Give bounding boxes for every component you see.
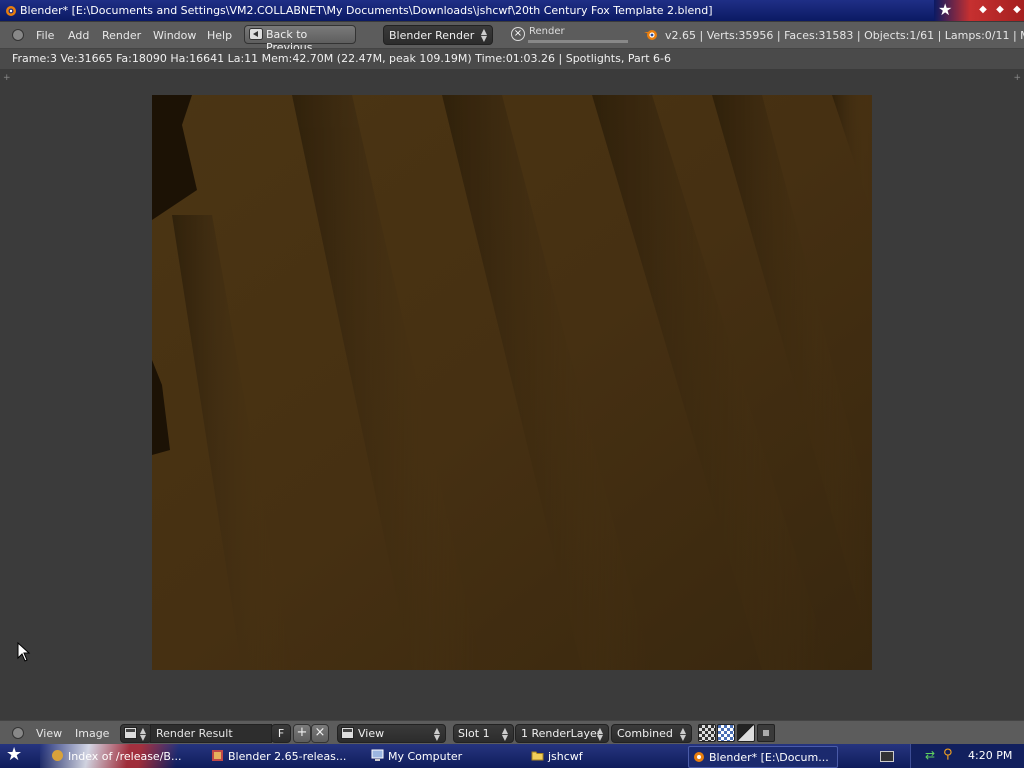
render-result-image <box>152 95 872 670</box>
dropdown-arrows-icon: ▲ ▼ <box>596 726 603 742</box>
plus-icon: + <box>296 725 308 740</box>
star-icon: ★ <box>938 0 953 19</box>
menu-file[interactable]: File <box>36 29 54 42</box>
menu-view[interactable]: View <box>36 727 62 740</box>
render-progress-bar <box>528 40 628 43</box>
taskbar-item-archive[interactable]: Blender 2.65-releas... <box>208 746 358 766</box>
blender-logo-icon <box>6 6 16 16</box>
draw-image-icon[interactable] <box>698 724 716 742</box>
unlink-image-button[interactable]: × <box>311 724 329 743</box>
render-pass-value: Combined <box>617 727 673 740</box>
editor-type-icon-bottom[interactable] <box>12 727 24 739</box>
fake-user-button[interactable]: F <box>271 724 291 743</box>
slot-value: Slot 1 <box>458 727 490 740</box>
cancel-render-icon[interactable]: × <box>511 27 525 41</box>
taskbar-item-my-computer[interactable]: My Computer <box>368 746 518 766</box>
menu-window[interactable]: Window <box>153 29 196 42</box>
back-icon <box>249 28 263 40</box>
blender-icon <box>644 30 657 40</box>
computer-icon <box>371 749 384 761</box>
taskbar-label: Blender* [E:\Docum... <box>709 751 829 764</box>
menu-help[interactable]: Help <box>207 29 232 42</box>
blender-icon <box>694 752 704 762</box>
window-controls: ★ ◆ ◆ ◆ <box>934 0 1024 21</box>
render-info-bar: Frame:3 Ve:31665 Fa:18090 Ha:16641 La:11… <box>0 49 1024 69</box>
browser-icon <box>52 750 63 761</box>
render-layer-value: 1 RenderLayer <box>521 727 602 740</box>
system-tray: ⇄ ⚲ 4:20 PM <box>910 744 1024 768</box>
dropdown-arrows-icon: ▲ ▼ <box>139 726 146 742</box>
render-pass-dropdown[interactable]: Combined ▲ ▼ <box>611 724 692 743</box>
image-browse-button[interactable]: ▲ ▼ <box>120 724 152 743</box>
taskbar-label: jshcwf <box>548 750 583 763</box>
taskbar-item-browser[interactable]: Index of /release/B... <box>48 746 198 766</box>
render-engine-dropdown[interactable]: Blender Render ▲ ▼ <box>383 25 493 45</box>
taskbar-label: Index of /release/B... <box>68 750 182 763</box>
dropdown-arrows-icon: ▲ ▼ <box>433 726 440 742</box>
menu-image[interactable]: Image <box>75 727 109 740</box>
new-image-button[interactable]: + <box>293 724 311 743</box>
draw-channels-icon[interactable] <box>757 724 775 742</box>
render-image-graphic <box>152 95 872 670</box>
taskbar-label: Blender 2.65-releas... <box>228 750 347 763</box>
archive-icon <box>212 750 223 761</box>
window-titlebar[interactable]: Blender* [E:\Documents and Settings\VM2.… <box>0 0 1024 21</box>
os-taskbar: ★ Index of /release/B... Blender 2.65-re… <box>0 744 1024 768</box>
taskbar-item-folder[interactable]: jshcwf <box>528 746 678 766</box>
slot-dropdown[interactable]: Slot 1 ▲ ▼ <box>453 724 514 743</box>
network-icon[interactable]: ⇄ <box>925 748 935 762</box>
region-expand-right-icon[interactable]: + <box>1013 73 1021 83</box>
dropdown-arrows-icon: ▲ ▼ <box>480 27 487 43</box>
draw-alpha-icon[interactable] <box>717 724 735 742</box>
taskbar-label: My Computer <box>388 750 463 763</box>
taskbar-item-blender[interactable]: Blender* [E:\Docum... <box>688 746 838 768</box>
start-star-icon[interactable]: ★ <box>6 744 22 765</box>
image-name-value: Render Result <box>156 727 233 740</box>
x-icon: × <box>314 725 326 740</box>
display-view-value: View <box>358 727 385 740</box>
folder-icon <box>531 751 544 761</box>
draw-z-buffer-icon[interactable] <box>737 724 755 742</box>
clock: 4:20 PM <box>968 749 1013 762</box>
back-to-previous-button[interactable]: Back to Previous <box>244 25 356 54</box>
image-icon <box>124 727 137 739</box>
menu-add[interactable]: Add <box>68 29 89 42</box>
keyboard-tray-icon[interactable] <box>880 751 894 762</box>
image-editor-header: View Image ▲ ▼ Render Result F + × View ▲… <box>0 720 1024 745</box>
scene-stats: v2.65 | Verts:35956 | Faces:31583 | Obje… <box>665 29 1024 42</box>
editor-type-icon[interactable] <box>12 29 24 41</box>
window-title: Blender* [E:\Documents and Settings\VM2.… <box>20 4 713 17</box>
mouse-cursor-icon <box>17 642 31 662</box>
search-icon[interactable]: ⚲ <box>943 747 953 762</box>
region-expand-left-icon[interactable]: + <box>3 73 11 83</box>
minimize-button[interactable]: ◆ <box>978 5 988 15</box>
render-engine-value: Blender Render <box>389 29 475 42</box>
menu-render[interactable]: Render <box>102 29 141 42</box>
info-header: File Add Render Window Help Back to Prev… <box>0 22 1024 54</box>
image-name-field[interactable]: Render Result <box>150 724 272 743</box>
dropdown-arrows-icon: ▲ ▼ <box>679 726 686 742</box>
image-icon <box>341 727 354 739</box>
display-view-dropdown[interactable]: View ▲ ▼ <box>337 724 446 743</box>
render-info-text: Frame:3 Ve:31665 Fa:18090 Ha:16641 La:11… <box>12 52 671 65</box>
close-button[interactable]: ◆ <box>1012 5 1022 15</box>
render-progress-label: Render <box>529 26 565 37</box>
render-layer-dropdown[interactable]: 1 RenderLayer ▲ ▼ <box>515 724 609 743</box>
maximize-button[interactable]: ◆ <box>995 5 1005 15</box>
fake-user-label: F <box>277 727 285 740</box>
dropdown-arrows-icon: ▲ ▼ <box>501 726 508 742</box>
